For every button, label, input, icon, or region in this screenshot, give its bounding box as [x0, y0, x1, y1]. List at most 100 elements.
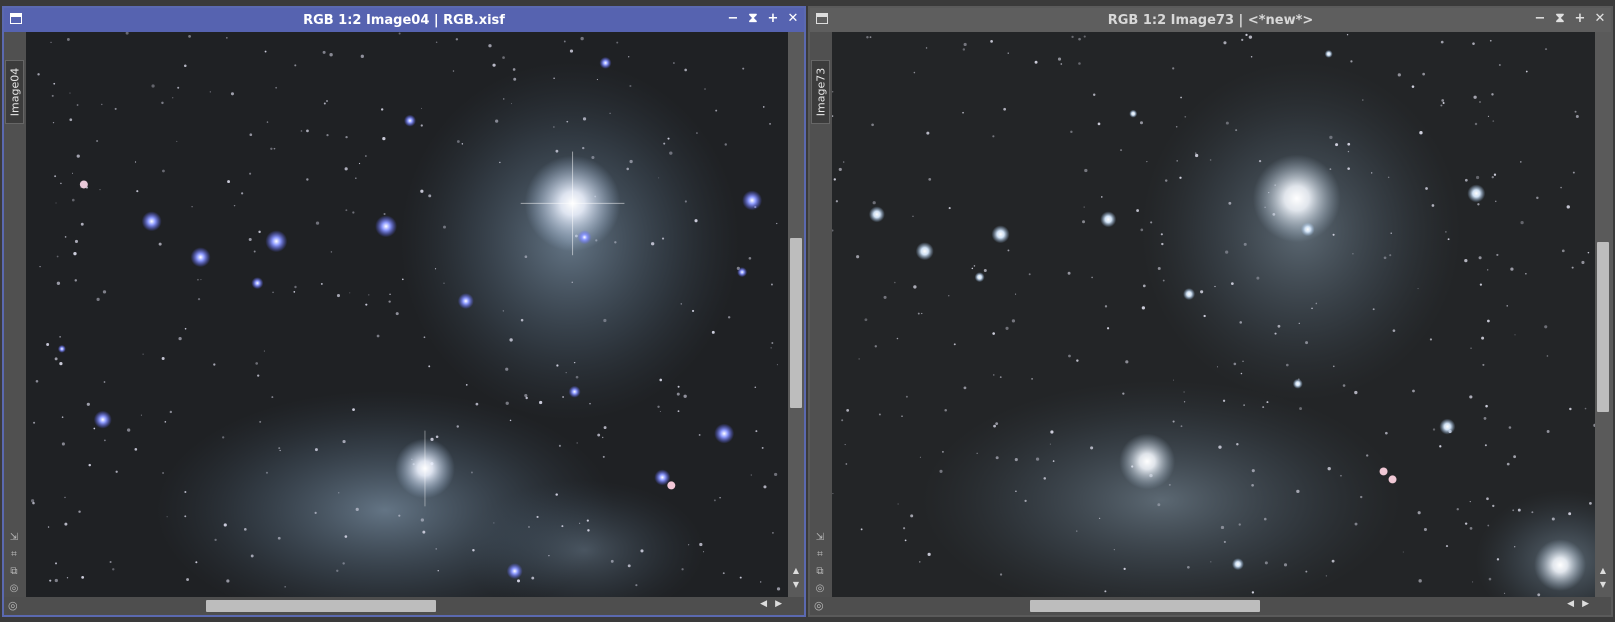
faint-star	[596, 78, 598, 81]
faint-star	[300, 130, 303, 132]
faint-star	[699, 542, 703, 547]
faint-star	[896, 337, 899, 340]
minimize-icon[interactable]: −	[1533, 11, 1547, 27]
scroll-right-icon[interactable]: ▶	[775, 599, 782, 609]
faint-star	[1546, 430, 1550, 433]
faint-star	[49, 579, 52, 582]
faint-star	[860, 528, 863, 531]
faint-star	[443, 225, 446, 229]
faint-star	[1150, 221, 1153, 224]
faint-star	[509, 338, 513, 342]
faint-star	[376, 334, 380, 338]
faint-star	[1496, 558, 1500, 561]
shade-icon[interactable]: ⧗	[1553, 11, 1567, 27]
faint-star	[993, 374, 995, 376]
faint-star	[1236, 443, 1239, 446]
zoom-icon[interactable]: ⌗	[7, 548, 21, 561]
faint-star	[1332, 233, 1335, 236]
settings-icon[interactable]: ◎	[7, 582, 21, 595]
fit-view-icon[interactable]: ⇲	[7, 531, 21, 544]
zoom-icon[interactable]: ⌗	[813, 548, 827, 561]
faint-star	[56, 255, 59, 258]
vertical-scroll-thumb[interactable]	[790, 238, 802, 408]
window-titlebar[interactable]: RGB 1:2 Image04 | RGB.xisf − ⧗ + ✕	[4, 8, 804, 32]
faint-star	[1136, 209, 1139, 212]
view-options-icon[interactable]: ◎	[8, 599, 18, 612]
faint-star	[495, 119, 499, 123]
view-id-tab[interactable]: Image73	[811, 60, 830, 124]
faint-star	[1210, 561, 1212, 563]
faint-star	[420, 518, 425, 522]
faint-star	[1243, 404, 1245, 406]
scroll-down-icon[interactable]: ▼	[1595, 579, 1611, 591]
vertical-scrollbar[interactable]: ▲ ▼	[1595, 32, 1611, 597]
maximize-icon[interactable]: +	[766, 11, 780, 27]
faint-star	[962, 111, 964, 114]
view-id-label: Image04	[8, 67, 21, 117]
faint-star	[200, 279, 202, 281]
settings-icon[interactable]: ◎	[813, 582, 827, 595]
close-icon[interactable]: ✕	[786, 11, 800, 27]
window-menu-icon[interactable]	[816, 13, 828, 24]
horizontal-scroll-thumb[interactable]	[206, 600, 436, 612]
view-options-icon[interactable]: ◎	[814, 599, 824, 612]
faint-star	[835, 200, 839, 203]
horizontal-scroll-thumb[interactable]	[1030, 600, 1260, 612]
scroll-right-icon[interactable]: ▶	[1582, 599, 1589, 609]
faint-star	[1587, 251, 1590, 254]
window-titlebar[interactable]: RGB 1:2 Image73 | <*new*> − ⧗ + ✕	[810, 8, 1611, 32]
faint-star	[1274, 332, 1277, 335]
image-window-image73[interactable]: RGB 1:2 Image73 | <*new*> − ⧗ + ✕ Image7…	[808, 6, 1613, 617]
faint-star	[614, 241, 617, 244]
faint-star	[161, 357, 165, 361]
vertical-scroll-thumb[interactable]	[1597, 242, 1609, 412]
scroll-up-icon[interactable]: ▲	[1595, 565, 1611, 577]
vertical-scrollbar[interactable]: ▲ ▼	[788, 32, 804, 597]
faint-star	[597, 433, 601, 437]
faint-star	[241, 192, 244, 195]
faint-star	[395, 312, 399, 316]
faint-star	[47, 526, 50, 528]
scroll-down-icon[interactable]: ▼	[788, 579, 804, 591]
clone-icon[interactable]: ⧉	[7, 565, 21, 578]
image-viewport[interactable]	[26, 32, 788, 597]
faint-star	[420, 189, 424, 193]
clone-icon[interactable]: ⧉	[813, 565, 827, 578]
view-id-tab[interactable]: Image04	[5, 60, 24, 124]
faint-star	[1299, 407, 1302, 410]
faint-star	[398, 514, 401, 517]
faint-star	[628, 56, 630, 58]
close-icon[interactable]: ✕	[1593, 11, 1607, 27]
faint-star	[222, 436, 225, 439]
astro-image	[26, 32, 788, 597]
faint-star	[748, 256, 752, 260]
faint-star	[761, 446, 764, 449]
fit-view-icon[interactable]: ⇲	[813, 531, 827, 544]
faint-star	[74, 239, 78, 243]
faint-star	[1536, 196, 1539, 200]
image-window-image04[interactable]: RGB 1:2 Image04 | RGB.xisf − ⧗ + ✕ Image…	[2, 6, 806, 617]
faint-star	[1225, 121, 1229, 125]
faint-star	[571, 281, 573, 284]
faint-star	[580, 36, 584, 41]
scroll-left-icon[interactable]: ◀	[1567, 599, 1574, 609]
scroll-up-icon[interactable]: ▲	[788, 565, 804, 577]
shade-icon[interactable]: ⧗	[746, 11, 760, 27]
faint-star	[344, 535, 348, 538]
horizontal-scroll-track[interactable]	[26, 600, 750, 612]
faint-star	[921, 312, 923, 315]
faint-star	[30, 499, 35, 503]
faint-star	[971, 267, 974, 270]
maximize-icon[interactable]: +	[1573, 11, 1587, 27]
faint-star	[1076, 530, 1078, 532]
horizontal-scrollbar[interactable]: ◎ ◀ ▶	[4, 597, 804, 615]
scroll-left-icon[interactable]: ◀	[760, 599, 767, 609]
faint-star	[109, 560, 112, 564]
horizontal-scrollbar[interactable]: ◎ ◀ ▶	[810, 597, 1611, 615]
minimize-icon[interactable]: −	[726, 11, 740, 27]
window-menu-icon[interactable]	[10, 13, 22, 24]
horizontal-scroll-track[interactable]	[832, 600, 1557, 612]
image-viewport[interactable]	[832, 32, 1595, 597]
faint-star	[46, 343, 50, 346]
faint-star	[1240, 372, 1243, 375]
